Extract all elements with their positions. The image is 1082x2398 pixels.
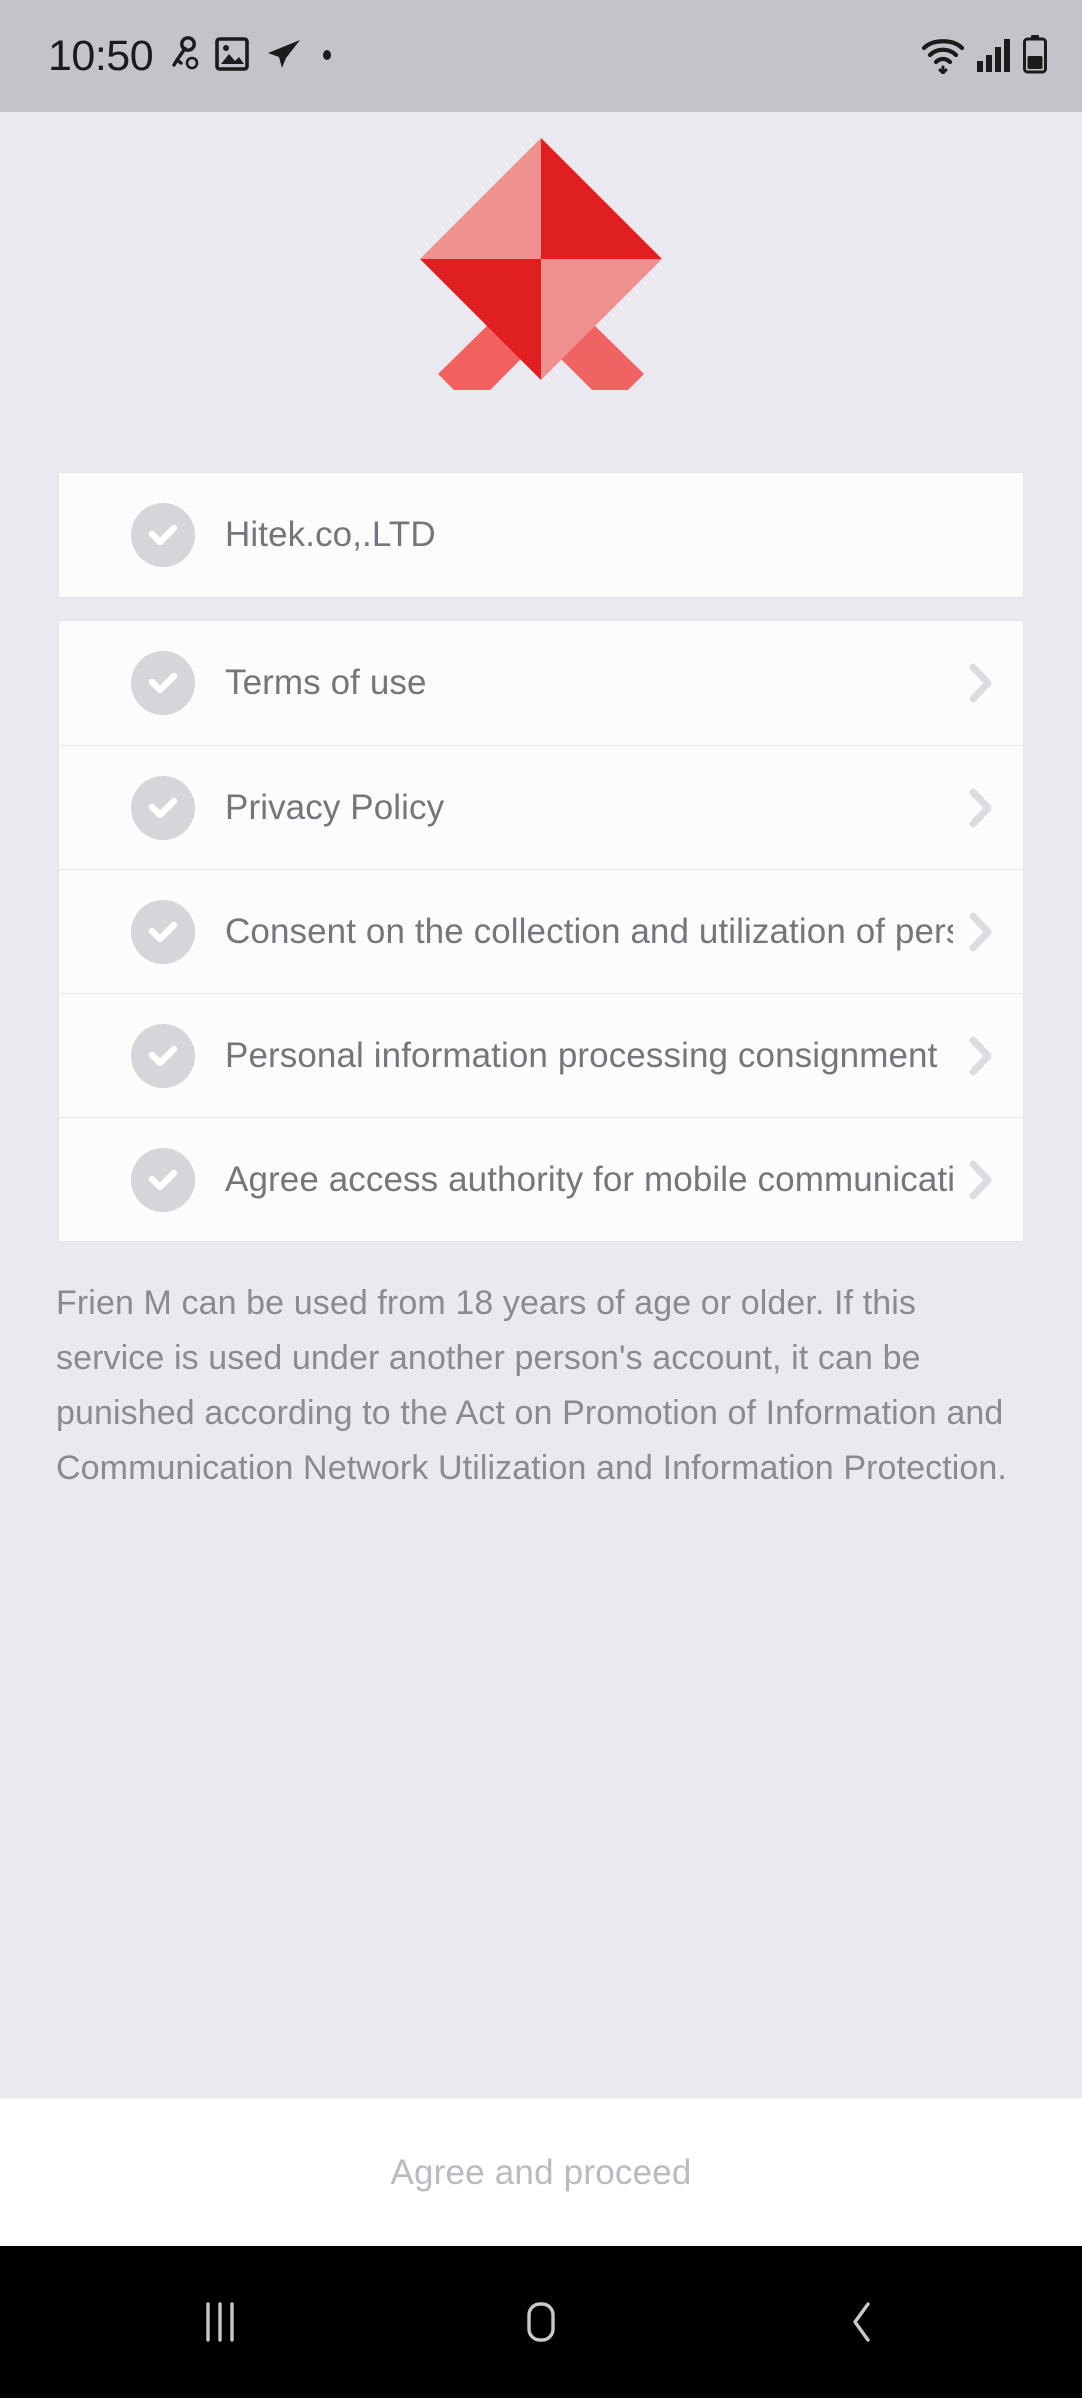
agreement-label: Personal information processing consignm… bbox=[225, 1035, 938, 1075]
company-name-label: Hitek.co,.LTD bbox=[225, 515, 436, 554]
agreement-row-consent-collection[interactable]: Consent on the collection and utilizatio… bbox=[59, 869, 1023, 993]
agreement-label: Privacy Policy bbox=[225, 787, 445, 827]
check-circle-icon[interactable] bbox=[131, 775, 195, 840]
dot-icon bbox=[319, 36, 335, 77]
check-circle-icon[interactable] bbox=[131, 503, 195, 567]
check-circle-icon[interactable] bbox=[131, 651, 195, 715]
chevron-right-icon[interactable] bbox=[959, 1034, 1003, 1078]
agreement-row-access-authority[interactable]: Agree access authority for mobile commun… bbox=[59, 1117, 1023, 1241]
logo-container bbox=[0, 112, 1082, 408]
home-button[interactable] bbox=[481, 2272, 601, 2372]
chevron-right-icon[interactable] bbox=[959, 1158, 1003, 1202]
back-chevron-icon bbox=[843, 2296, 881, 2348]
check-circle-icon[interactable] bbox=[131, 899, 195, 964]
chevron-right-icon[interactable] bbox=[959, 910, 1003, 954]
recents-icon bbox=[199, 2296, 241, 2348]
chevron-right-icon[interactable] bbox=[959, 786, 1003, 830]
status-bar: 10:50 bbox=[0, 0, 1082, 112]
agreements-card: Terms of use Privacy Policy Consent on t… bbox=[58, 620, 1024, 1242]
key-icon bbox=[169, 35, 199, 77]
agreement-row-terms-of-use[interactable]: Terms of use bbox=[59, 621, 1023, 745]
wifi-icon bbox=[920, 34, 966, 79]
check-circle-icon[interactable] bbox=[131, 1147, 195, 1212]
battery-icon bbox=[1022, 34, 1048, 79]
phone-screen: 10:50 Hitek.co,.LTD Terms of use Privacy… bbox=[0, 0, 1082, 2398]
agreement-label: Consent on the collection and utilizatio… bbox=[225, 911, 953, 951]
check-circle-icon[interactable] bbox=[131, 1023, 195, 1088]
chevron-right-icon[interactable] bbox=[959, 661, 1003, 705]
company-card: Hitek.co,.LTD bbox=[58, 472, 1024, 598]
home-icon bbox=[517, 2296, 565, 2348]
age-notice-text: Frien M can be used from 18 years of age… bbox=[56, 1284, 1007, 1488]
agreement-row-processing-consignment[interactable]: Personal information processing consignm… bbox=[59, 993, 1023, 1117]
recents-button[interactable] bbox=[160, 2272, 280, 2372]
status-bar-left: 10:50 bbox=[48, 32, 335, 81]
main-content: Hitek.co,.LTD Terms of use Privacy Polic… bbox=[0, 112, 1082, 2098]
back-button[interactable] bbox=[802, 2272, 922, 2372]
agreement-label: Terms of use bbox=[225, 663, 427, 702]
status-bar-right bbox=[920, 34, 1048, 79]
cellular-signal-icon bbox=[975, 34, 1013, 79]
agreement-label: Agree access authority for mobile commun… bbox=[225, 1159, 953, 1199]
image-icon bbox=[215, 36, 249, 77]
status-bar-clock: 10:50 bbox=[48, 31, 154, 80]
company-row[interactable]: Hitek.co,.LTD bbox=[59, 473, 1023, 597]
agree-and-proceed-button[interactable]: Agree and proceed bbox=[390, 2153, 691, 2193]
bottom-action-bar: Agree and proceed bbox=[0, 2098, 1082, 2246]
frien-m-logo-icon bbox=[410, 128, 672, 408]
telegram-paper-plane-icon bbox=[265, 36, 303, 77]
agreement-row-privacy-policy[interactable]: Privacy Policy bbox=[59, 745, 1023, 869]
android-navigation-bar bbox=[0, 2246, 1082, 2398]
